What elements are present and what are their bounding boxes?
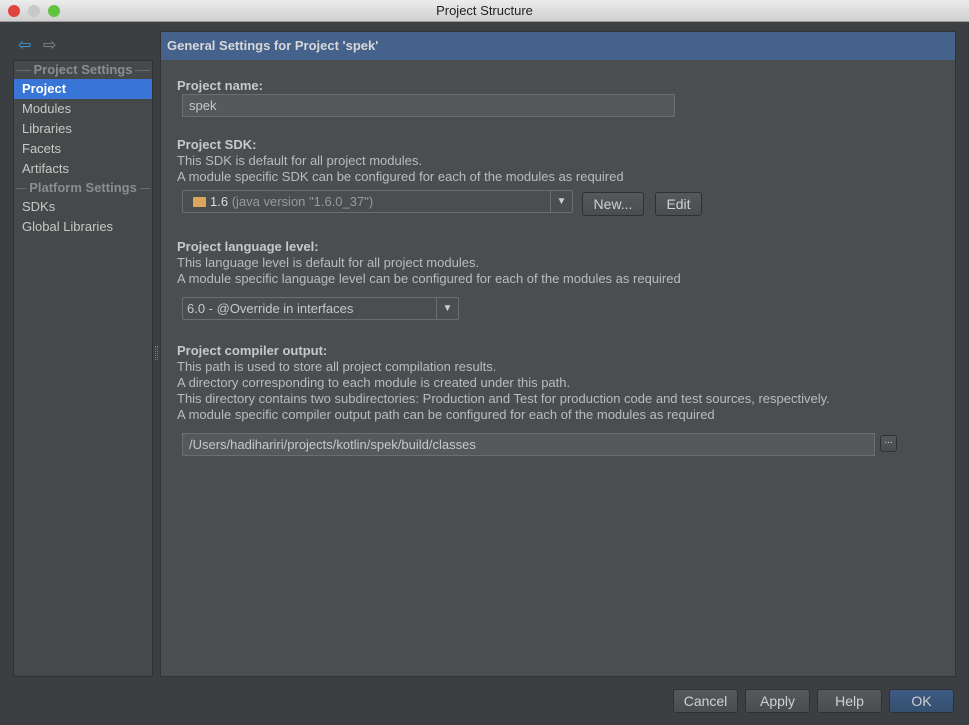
language-description-2: A module specific language level can be … [177, 271, 681, 286]
compiler-description-1: This path is used to store all project c… [177, 359, 497, 374]
back-arrow-icon[interactable]: ⇦ [18, 35, 31, 55]
browse-button[interactable]: ... [880, 435, 897, 452]
ok-button[interactable]: OK [889, 689, 954, 713]
sdk-select[interactable]: 1.6 (java version "1.6.0_37") ▼ [182, 190, 573, 213]
forward-arrow-icon[interactable]: ⇨ [43, 35, 56, 55]
sdk-folder-icon [193, 197, 206, 207]
zoom-window-button[interactable] [48, 5, 60, 17]
sdk-description: This SDK is default for all project modu… [177, 153, 422, 168]
edit-sdk-button[interactable]: Edit [655, 192, 702, 216]
page-title: General Settings for Project 'spek' [161, 32, 955, 60]
compiler-output-path-input[interactable]: /Users/hadihariri/projects/kotlin/spek/b… [182, 433, 875, 456]
compiler-description-4: A module specific compiler output path c… [177, 407, 715, 422]
compiler-output-label: Project compiler output: [177, 343, 328, 358]
sidebar-item-project[interactable]: Project [14, 79, 152, 99]
section-platform-settings: Platform Settings [14, 180, 152, 195]
sdk-version: 1.6 [210, 194, 229, 209]
sidebar-item-sdks[interactable]: SDKs [14, 197, 152, 217]
compiler-description-3: This directory contains two subdirectori… [177, 391, 830, 406]
project-sdk-label: Project SDK: [177, 137, 257, 152]
chevron-down-icon[interactable]: ▼ [436, 298, 458, 319]
sidebar-item-libraries[interactable]: Libraries [14, 119, 152, 139]
window-title: Project Structure [436, 3, 533, 18]
new-sdk-button[interactable]: New... [582, 192, 644, 216]
sidebar: Project Settings Project Modules Librari… [13, 60, 153, 677]
project-name-label: Project name: [177, 78, 263, 93]
cancel-button[interactable]: Cancel [673, 689, 738, 713]
apply-button[interactable]: Apply [745, 689, 810, 713]
help-button[interactable]: Help [817, 689, 882, 713]
splitter-handle[interactable] [155, 346, 158, 360]
section-project-settings: Project Settings [14, 62, 152, 77]
sidebar-item-modules[interactable]: Modules [14, 99, 152, 119]
sidebar-item-artifacts[interactable]: Artifacts [14, 159, 152, 179]
language-level-value: 6.0 - @Override in interfaces [187, 301, 354, 316]
title-bar: Project Structure [0, 0, 969, 22]
settings-panel: General Settings for Project 'spek' Proj… [160, 31, 956, 677]
sidebar-item-global-libraries[interactable]: Global Libraries [14, 217, 152, 237]
close-window-button[interactable] [8, 5, 20, 17]
language-description: This language level is default for all p… [177, 255, 480, 270]
project-name-input[interactable]: spek [182, 94, 675, 117]
chevron-down-icon[interactable]: ▼ [550, 191, 572, 212]
compiler-description-2: A directory corresponding to each module… [177, 375, 571, 390]
sdk-detail: (java version "1.6.0_37") [231, 194, 374, 209]
sidebar-item-facets[interactable]: Facets [14, 139, 152, 159]
language-level-select[interactable]: 6.0 - @Override in interfaces ▼ [182, 297, 459, 320]
language-level-label: Project language level: [177, 239, 319, 254]
minimize-window-button[interactable] [28, 5, 40, 17]
sdk-description-2: A module specific SDK can be configured … [177, 169, 624, 184]
